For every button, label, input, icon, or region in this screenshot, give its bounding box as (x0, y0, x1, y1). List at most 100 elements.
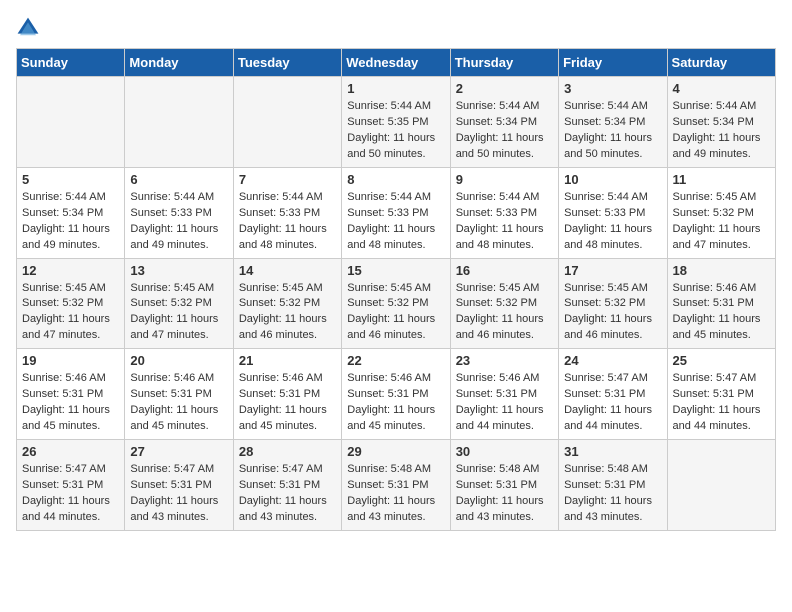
day-number: 12 (22, 263, 119, 278)
day-info: Sunrise: 5:44 AM Sunset: 5:33 PM Dayligh… (239, 190, 336, 254)
calendar-cell: 5 Sunrise: 5:44 AM Sunset: 5:34 PM Daylig… (17, 167, 125, 258)
calendar-cell: 20 Sunrise: 5:46 AM Sunset: 5:31 PM Dayli… (125, 349, 233, 440)
day-number: 5 (22, 172, 119, 187)
calendar-cell: 2 Sunrise: 5:44 AM Sunset: 5:34 PM Daylig… (450, 77, 558, 168)
day-info: Sunrise: 5:45 AM Sunset: 5:32 PM Dayligh… (347, 281, 444, 345)
day-info: Sunrise: 5:46 AM Sunset: 5:31 PM Dayligh… (22, 371, 119, 435)
calendar-cell: 15 Sunrise: 5:45 AM Sunset: 5:32 PM Dayli… (342, 258, 450, 349)
day-info: Sunrise: 5:45 AM Sunset: 5:32 PM Dayligh… (22, 281, 119, 345)
day-number: 4 (673, 81, 770, 96)
day-number: 1 (347, 81, 444, 96)
calendar-cell: 1 Sunrise: 5:44 AM Sunset: 5:35 PM Daylig… (342, 77, 450, 168)
header-day-monday: Monday (125, 49, 233, 77)
calendar-cell: 10 Sunrise: 5:44 AM Sunset: 5:33 PM Dayli… (559, 167, 667, 258)
day-number: 24 (564, 353, 661, 368)
day-number: 30 (456, 444, 553, 459)
calendar-cell: 26 Sunrise: 5:47 AM Sunset: 5:31 PM Dayli… (17, 440, 125, 531)
day-number: 31 (564, 444, 661, 459)
day-number: 9 (456, 172, 553, 187)
calendar-cell: 24 Sunrise: 5:47 AM Sunset: 5:31 PM Dayli… (559, 349, 667, 440)
day-info: Sunrise: 5:44 AM Sunset: 5:34 PM Dayligh… (673, 99, 770, 163)
header-day-thursday: Thursday (450, 49, 558, 77)
day-info: Sunrise: 5:46 AM Sunset: 5:31 PM Dayligh… (456, 371, 553, 435)
day-number: 22 (347, 353, 444, 368)
logo-icon (16, 16, 40, 40)
week-row-5: 26 Sunrise: 5:47 AM Sunset: 5:31 PM Dayli… (17, 440, 776, 531)
header-day-wednesday: Wednesday (342, 49, 450, 77)
calendar-cell: 27 Sunrise: 5:47 AM Sunset: 5:31 PM Dayli… (125, 440, 233, 531)
header-day-sunday: Sunday (17, 49, 125, 77)
day-number: 20 (130, 353, 227, 368)
day-info: Sunrise: 5:44 AM Sunset: 5:34 PM Dayligh… (456, 99, 553, 163)
calendar-cell: 12 Sunrise: 5:45 AM Sunset: 5:32 PM Dayli… (17, 258, 125, 349)
week-row-3: 12 Sunrise: 5:45 AM Sunset: 5:32 PM Dayli… (17, 258, 776, 349)
day-info: Sunrise: 5:47 AM Sunset: 5:31 PM Dayligh… (22, 462, 119, 526)
day-number: 21 (239, 353, 336, 368)
day-info: Sunrise: 5:47 AM Sunset: 5:31 PM Dayligh… (673, 371, 770, 435)
calendar-cell (17, 77, 125, 168)
day-info: Sunrise: 5:48 AM Sunset: 5:31 PM Dayligh… (564, 462, 661, 526)
calendar-cell: 22 Sunrise: 5:46 AM Sunset: 5:31 PM Dayli… (342, 349, 450, 440)
day-info: Sunrise: 5:44 AM Sunset: 5:34 PM Dayligh… (22, 190, 119, 254)
day-info: Sunrise: 5:46 AM Sunset: 5:31 PM Dayligh… (673, 281, 770, 345)
header-row: SundayMondayTuesdayWednesdayThursdayFrid… (17, 49, 776, 77)
calendar-cell: 28Sunrise: 5:47 AM Sunset: 5:31 PM Dayli… (233, 440, 341, 531)
day-info: Sunrise: 5:47 AM Sunset: 5:31 PM Dayligh… (130, 462, 227, 526)
day-number: 10 (564, 172, 661, 187)
day-info: Sunrise: 5:45 AM Sunset: 5:32 PM Dayligh… (130, 281, 227, 345)
day-info: Sunrise: 5:45 AM Sunset: 5:32 PM Dayligh… (564, 281, 661, 345)
day-number: 6 (130, 172, 227, 187)
header-day-saturday: Saturday (667, 49, 775, 77)
day-info: Sunrise: 5:47 AM Sunset: 5:31 PM Dayligh… (239, 462, 336, 526)
calendar-cell: 9 Sunrise: 5:44 AM Sunset: 5:33 PM Daylig… (450, 167, 558, 258)
day-number: 2 (456, 81, 553, 96)
calendar-cell: 21 Sunrise: 5:46 AM Sunset: 5:31 PM Dayli… (233, 349, 341, 440)
week-row-2: 5 Sunrise: 5:44 AM Sunset: 5:34 PM Daylig… (17, 167, 776, 258)
day-number: 25 (673, 353, 770, 368)
calendar-cell: 3 Sunrise: 5:44 AM Sunset: 5:34 PM Daylig… (559, 77, 667, 168)
day-info: Sunrise: 5:46 AM Sunset: 5:31 PM Dayligh… (239, 371, 336, 435)
calendar-table: SundayMondayTuesdayWednesdayThursdayFrid… (16, 48, 776, 531)
day-number: 3 (564, 81, 661, 96)
calendar-cell: 13 Sunrise: 5:45 AM Sunset: 5:32 PM Dayli… (125, 258, 233, 349)
day-info: Sunrise: 5:44 AM Sunset: 5:33 PM Dayligh… (456, 190, 553, 254)
day-number: 23 (456, 353, 553, 368)
calendar-cell: 8 Sunrise: 5:44 AM Sunset: 5:33 PM Daylig… (342, 167, 450, 258)
day-number: 8 (347, 172, 444, 187)
calendar-cell (125, 77, 233, 168)
calendar-cell: 11 Sunrise: 5:45 AM Sunset: 5:32 PM Dayli… (667, 167, 775, 258)
day-number: 14 (239, 263, 336, 278)
calendar-cell (667, 440, 775, 531)
day-number: 13 (130, 263, 227, 278)
day-number: 26 (22, 444, 119, 459)
day-info: Sunrise: 5:47 AM Sunset: 5:31 PM Dayligh… (564, 371, 661, 435)
day-info: Sunrise: 5:46 AM Sunset: 5:31 PM Dayligh… (347, 371, 444, 435)
day-info: Sunrise: 5:48 AM Sunset: 5:31 PM Dayligh… (347, 462, 444, 526)
calendar-cell: 29 Sunrise: 5:48 AM Sunset: 5:31 PM Dayli… (342, 440, 450, 531)
day-number: 19 (22, 353, 119, 368)
header-day-tuesday: Tuesday (233, 49, 341, 77)
day-info: Sunrise: 5:45 AM Sunset: 5:32 PM Dayligh… (239, 281, 336, 345)
day-info: Sunrise: 5:45 AM Sunset: 5:32 PM Dayligh… (456, 281, 553, 345)
day-info: Sunrise: 5:44 AM Sunset: 5:33 PM Dayligh… (347, 190, 444, 254)
day-number: 18 (673, 263, 770, 278)
calendar-cell: 17Sunrise: 5:45 AM Sunset: 5:32 PM Dayli… (559, 258, 667, 349)
calendar-cell: 30 Sunrise: 5:48 AM Sunset: 5:31 PM Dayli… (450, 440, 558, 531)
day-info: Sunrise: 5:48 AM Sunset: 5:31 PM Dayligh… (456, 462, 553, 526)
calendar-cell: 18 Sunrise: 5:46 AM Sunset: 5:31 PM Dayli… (667, 258, 775, 349)
calendar-cell: 4 Sunrise: 5:44 AM Sunset: 5:34 PM Daylig… (667, 77, 775, 168)
day-number: 27 (130, 444, 227, 459)
day-info: Sunrise: 5:44 AM Sunset: 5:35 PM Dayligh… (347, 99, 444, 163)
page-header (16, 16, 776, 40)
calendar-cell: 6Sunrise: 5:44 AM Sunset: 5:33 PM Daylig… (125, 167, 233, 258)
day-info: Sunrise: 5:46 AM Sunset: 5:31 PM Dayligh… (130, 371, 227, 435)
day-info: Sunrise: 5:44 AM Sunset: 5:33 PM Dayligh… (564, 190, 661, 254)
day-info: Sunrise: 5:44 AM Sunset: 5:34 PM Dayligh… (564, 99, 661, 163)
calendar-cell: 23 Sunrise: 5:46 AM Sunset: 5:31 PM Dayli… (450, 349, 558, 440)
logo (16, 16, 44, 40)
week-row-4: 19 Sunrise: 5:46 AM Sunset: 5:31 PM Dayli… (17, 349, 776, 440)
day-number: 15 (347, 263, 444, 278)
day-info: Sunrise: 5:45 AM Sunset: 5:32 PM Dayligh… (673, 190, 770, 254)
day-number: 29 (347, 444, 444, 459)
day-number: 11 (673, 172, 770, 187)
